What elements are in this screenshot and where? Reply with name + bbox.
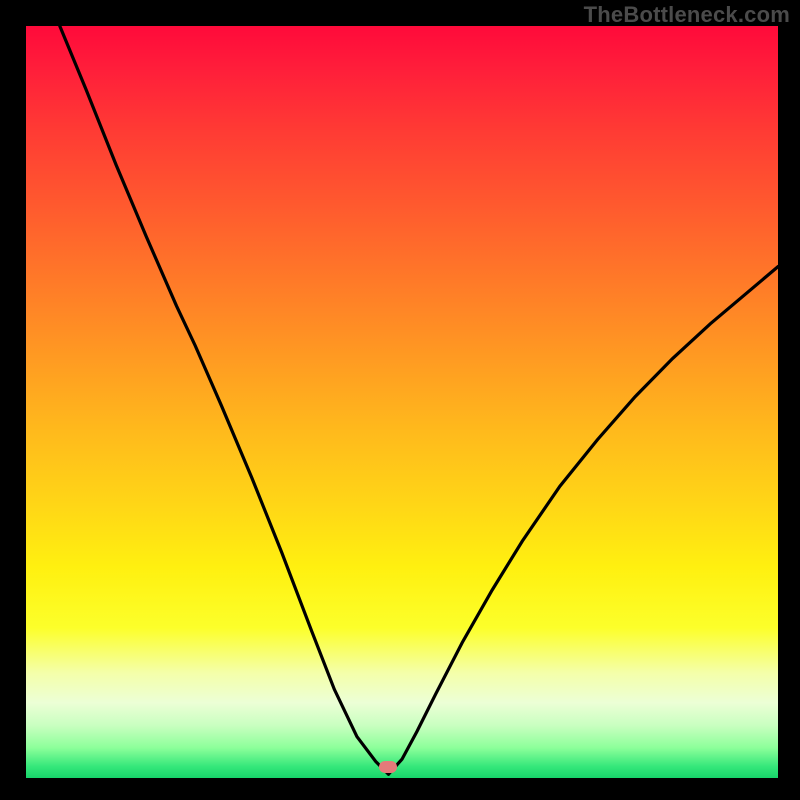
plot-area [26, 26, 778, 778]
curve-right-branch [389, 267, 779, 775]
curve-left-branch [60, 26, 389, 774]
bottleneck-curve [26, 26, 778, 778]
minimum-marker [379, 761, 397, 773]
watermark-text: TheBottleneck.com [584, 2, 790, 28]
chart-frame: TheBottleneck.com [0, 0, 800, 800]
